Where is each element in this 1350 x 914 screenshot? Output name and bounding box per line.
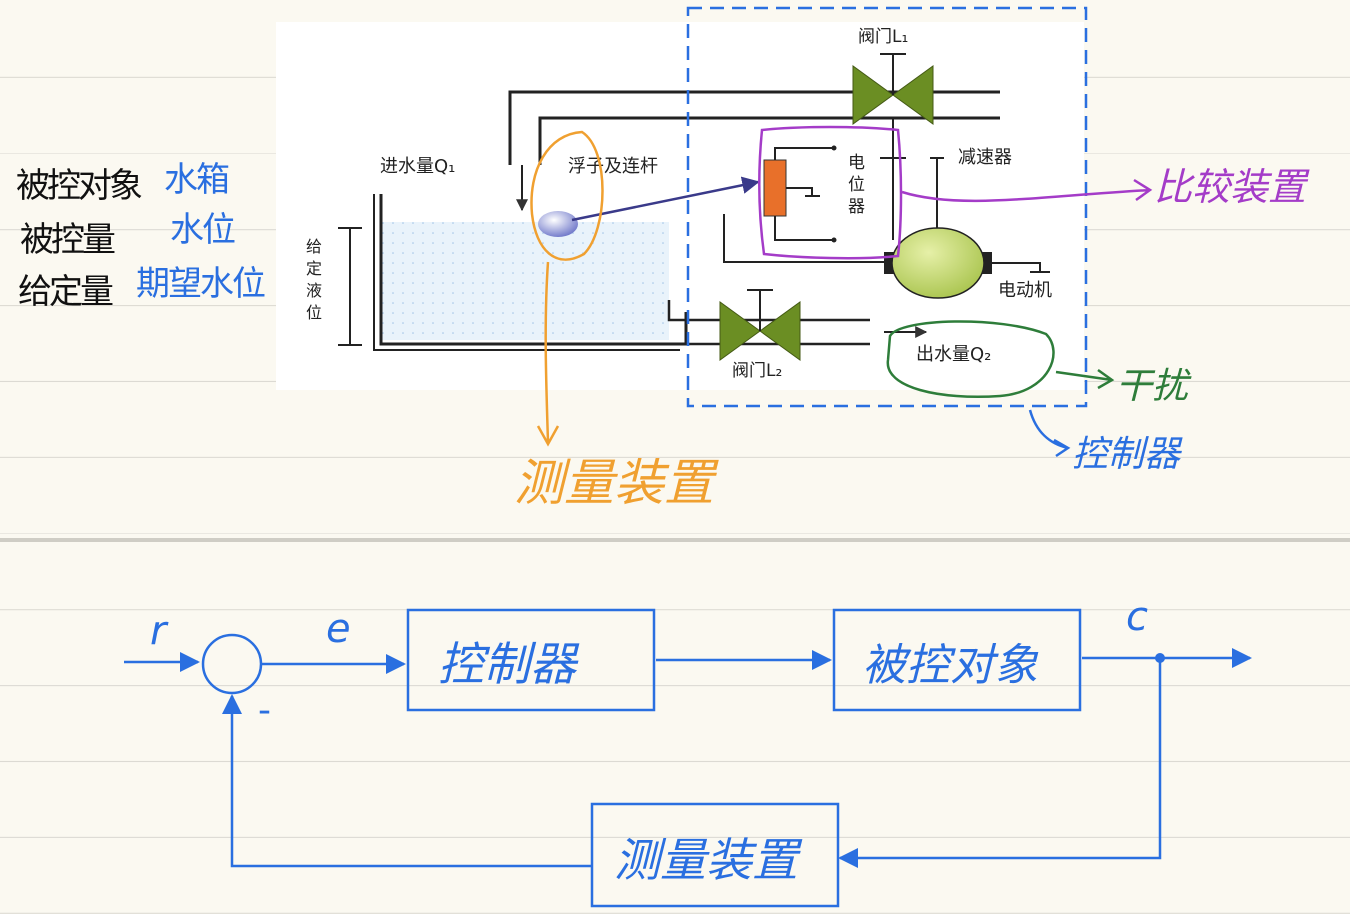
terminal-bottom [831, 237, 837, 243]
diagram-canvas: 阀门L₁ 进水量Q₁ 浮子及连杆 电 位 器 减速器 电动机 给 定 液 位 阀… [124, 6, 1310, 908]
given-level-label-3: 液 [306, 281, 322, 300]
motor-label: 电动机 [998, 280, 1052, 301]
float-ball [538, 211, 578, 237]
potentiometer-label-3: 器 [848, 197, 865, 217]
motor-body [891, 227, 985, 299]
disturbance-label: 干扰 [1116, 366, 1192, 407]
summing-junction [201, 633, 263, 695]
given-level-label-4: 位 [306, 303, 322, 322]
controller-label: 控制器 [1072, 434, 1183, 475]
input-label: r [150, 608, 169, 654]
comparison-device-label: 比较装置 [1154, 165, 1310, 209]
given-level-label-1: 给 [306, 237, 322, 256]
feedback-path-left [222, 694, 592, 868]
water-dots [381, 222, 669, 340]
controller-arrow [1028, 409, 1071, 458]
float-link-label: 浮子及连杆 [568, 156, 658, 177]
potentiometer-label-1: 电 [848, 153, 865, 173]
potentiometer-label-2: 位 [848, 175, 865, 195]
outflow-label: 出水量Q₂ [916, 344, 991, 365]
valve-l1-label: 阀门L₁ [858, 27, 908, 47]
feedback-block-label: 测量装置 [614, 833, 803, 887]
plant-block-label: 被控对象 [862, 640, 1039, 691]
controller-block-label: 控制器 [438, 637, 580, 691]
reducer-label: 减速器 [958, 147, 1012, 168]
valve-l2-label: 阀门L₂ [732, 361, 782, 381]
given-level-label-2: 定 [306, 259, 322, 278]
minus-label: - [258, 690, 271, 731]
measuring-device-label: 测量装置 [514, 454, 719, 512]
inflow-label: 进水量Q₁ [380, 156, 455, 177]
output-label: c [1126, 594, 1148, 640]
error-label: e [326, 606, 351, 652]
terminal-top [831, 145, 837, 151]
potentiometer-resistor [763, 159, 787, 217]
